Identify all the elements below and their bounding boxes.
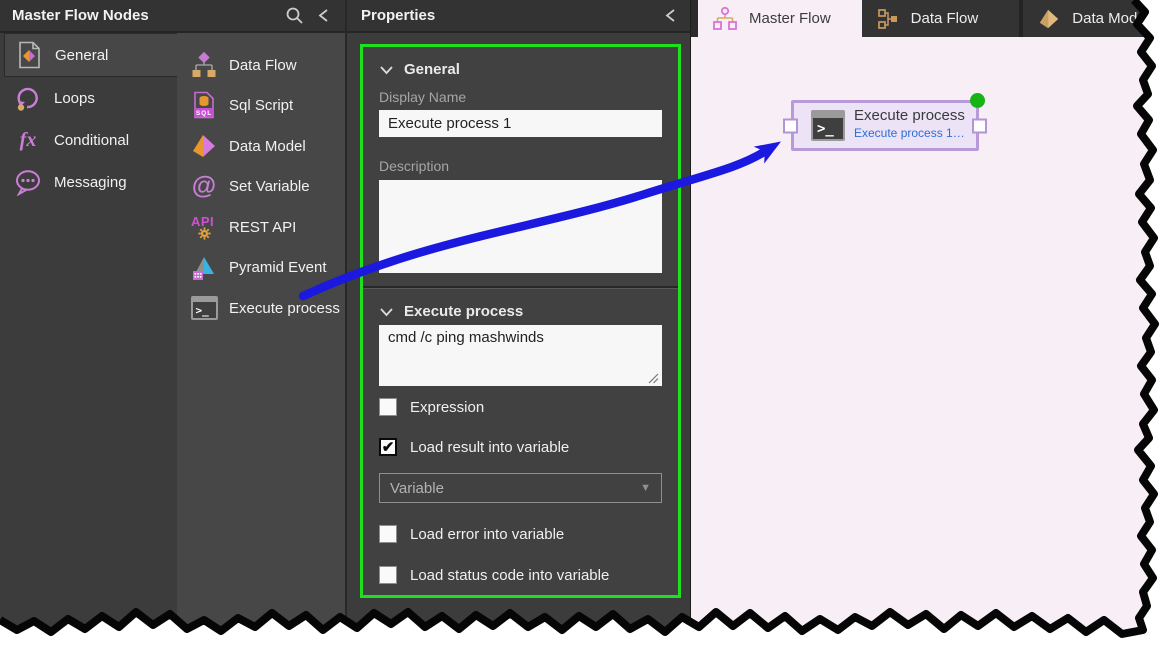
load-status-checkbox-row[interactable]: Load status code into variable [379,566,609,584]
load-error-checkbox-row[interactable]: Load error into variable [379,525,564,543]
command-textarea[interactable]: cmd /c ping mashwinds [379,325,662,386]
variable-dropdown-value: Variable [390,480,640,497]
node-item-execute-process[interactable]: >_ Execute process [177,288,345,328]
master-flow-icon [712,6,738,31]
tab-label: Data Flow [911,10,979,27]
rest-api-icon: API [190,213,218,241]
description-textarea[interactable] [379,180,662,273]
section-header-execute-process[interactable]: Execute process [379,303,523,320]
highlight-green-box: General Display Name Description Execute… [360,44,681,598]
data-flow-icon [190,51,218,79]
expression-checkbox[interactable] [379,398,397,416]
category-item-messaging[interactable]: Messaging [0,161,177,203]
node-label: Data Model [229,138,306,155]
load-error-checkbox[interactable] [379,525,397,543]
node-item-set-variable[interactable]: @ Set Variable [177,166,345,206]
tabbar-corner [691,0,698,37]
canvas-tabbar: Master Flow Data Flow Data Mod [691,0,1170,37]
execute-process-icon: >_ [190,294,218,322]
node-status-dot [970,93,985,108]
collapse-properties-icon[interactable] [665,8,676,23]
node-item-rest-api[interactable]: API REST API [177,207,345,247]
node-item-data-model[interactable]: Data Model [177,126,345,166]
set-variable-icon: @ [190,172,218,200]
checkmark-icon: ✔ [382,440,395,455]
data-model-icon [190,132,218,160]
collapse-panel-icon[interactable] [318,8,329,23]
dropdown-caret-icon: ▼ [640,482,651,494]
node-label: REST API [229,219,296,236]
load-status-checkbox[interactable] [379,566,397,584]
node-title: Execute process [854,107,965,124]
category-label: Conditional [54,132,129,149]
node-item-data-flow[interactable]: Data Flow [177,45,345,85]
execute-process-node[interactable]: >_ Execute process Execute process 1… [791,100,979,151]
node-label: Pyramid Event [229,259,327,276]
messaging-icon [14,168,42,196]
svg-text:SQL: SQL [196,110,212,117]
chevron-down-icon [379,307,394,317]
category-item-general[interactable]: General [4,33,177,77]
properties-panel: Properties General Display Name Descript… [345,0,690,658]
resize-grip-icon[interactable] [648,373,659,384]
node-label: Set Variable [229,178,310,195]
node-item-sql-script[interactable]: SQL Sql Script [177,85,345,125]
flow-canvas[interactable]: Master Flow Data Flow Data Mod >_ Execut… [690,0,1170,658]
node-list-panel: Data Flow SQL Sql Script Data Model @ Se… [177,33,345,658]
node-subtitle: Execute process 1… [854,126,965,140]
variable-dropdown[interactable]: Variable ▼ [379,473,662,503]
nodes-panel-header: Master Flow Nodes [0,0,345,33]
description-label: Description [379,158,449,174]
node-output-port[interactable] [972,118,987,133]
tab-label: Master Flow [749,10,831,27]
node-label: Execute process [229,300,340,317]
tab-data-model[interactable]: Data Mod [1023,0,1170,37]
display-name-label: Display Name [379,89,466,105]
node-item-pyramid-event[interactable]: Pyramid Event [177,247,345,287]
load-result-checkbox-row[interactable]: ✔ Load result into variable [379,438,569,456]
tab-label: Data Mod [1072,10,1137,27]
pyramid-event-icon [190,253,218,281]
expression-checkbox-row[interactable]: Expression [379,398,484,416]
category-label: Messaging [54,174,127,191]
category-label: General [55,47,108,64]
sql-script-icon: SQL [190,91,218,119]
data-model-tab-icon [1037,7,1061,31]
section-title: General [404,61,460,78]
properties-header: Properties [347,0,690,33]
node-label: Data Flow [229,57,297,74]
section-header-general[interactable]: General [379,61,460,78]
conditional-icon: fx [14,126,42,154]
loops-icon [14,84,42,112]
checkbox-label: Load error into variable [410,526,564,543]
checkbox-label: Expression [410,399,484,416]
checkbox-label: Load status code into variable [410,567,609,584]
search-icon[interactable] [285,6,304,25]
section-title: Execute process [404,303,523,320]
display-name-input[interactable] [379,110,662,137]
nodes-panel-title: Master Flow Nodes [12,7,285,24]
chevron-down-icon [379,65,394,75]
category-item-conditional[interactable]: fx Conditional [0,119,177,161]
tab-master-flow[interactable]: Master Flow [698,0,862,37]
tab-data-flow[interactable]: Data Flow [862,0,1020,37]
checkbox-label: Load result into variable [410,439,569,456]
section-divider [363,286,678,289]
category-label: Loops [54,90,95,107]
properties-title: Properties [361,7,665,24]
data-flow-tab-icon [876,7,900,31]
general-icon [15,41,43,69]
node-input-port[interactable] [783,118,798,133]
app-window: Master Flow Nodes General Loops fx Condi… [0,0,1170,658]
execute-process-node-icon: >_ [811,110,845,141]
category-item-loops[interactable]: Loops [0,77,177,119]
node-label: Sql Script [229,97,293,114]
category-panel: General Loops fx Conditional Messaging [0,33,177,658]
load-result-checkbox[interactable]: ✔ [379,438,397,456]
